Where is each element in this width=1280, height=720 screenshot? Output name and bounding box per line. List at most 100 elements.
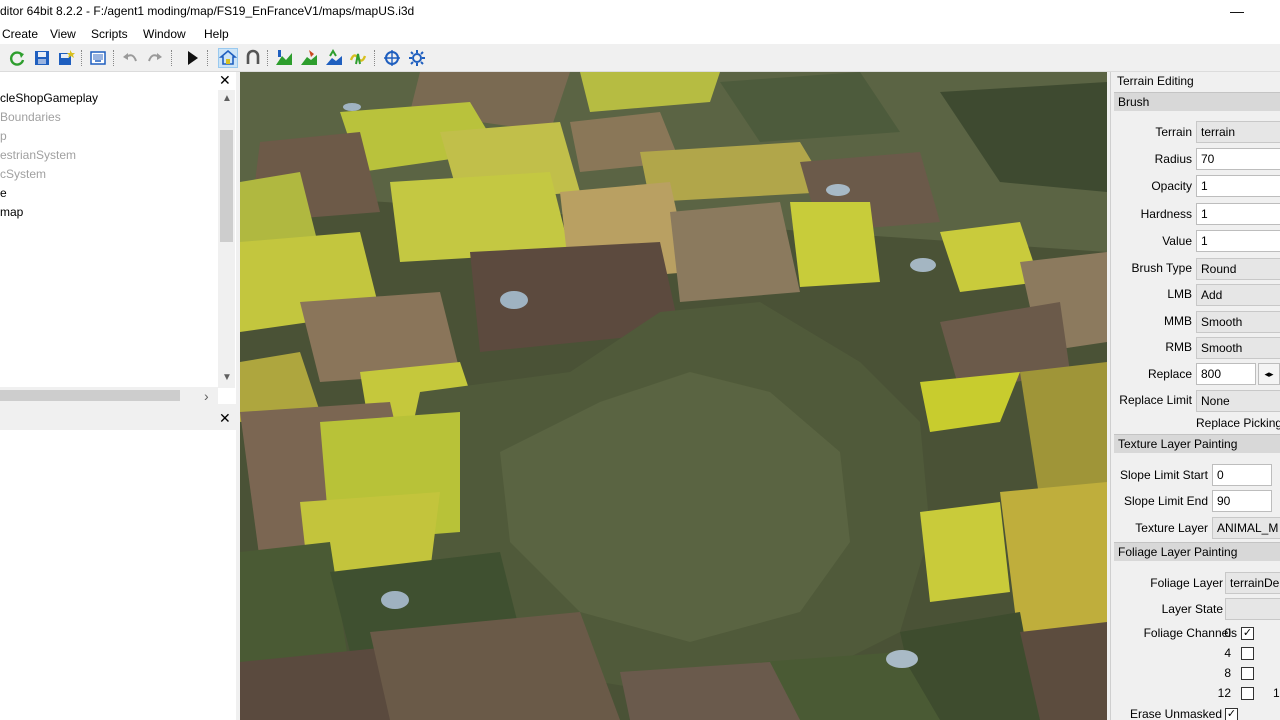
replace-spin-button[interactable]: ◂▸ bbox=[1258, 363, 1280, 385]
channel-4-checkbox[interactable] bbox=[1241, 647, 1254, 660]
horizontal-scrollbar[interactable]: › bbox=[0, 387, 218, 404]
rotate-icon[interactable] bbox=[382, 48, 402, 68]
menu-create[interactable]: Create bbox=[2, 27, 38, 41]
minimize-button[interactable]: — bbox=[1222, 0, 1252, 24]
replace-limit-select[interactable]: None bbox=[1196, 390, 1280, 412]
brush-type-select[interactable]: Round bbox=[1196, 258, 1280, 280]
terrain-render bbox=[240, 72, 1107, 720]
slope-limit-start-field[interactable]: 0 bbox=[1212, 464, 1272, 486]
scroll-down-icon[interactable]: ▼ bbox=[222, 372, 232, 383]
menu-help[interactable]: Help bbox=[204, 27, 229, 41]
channel-number: 8 bbox=[1224, 666, 1231, 680]
channel-0-checkbox[interactable]: ✓ bbox=[1241, 627, 1254, 640]
channel-number: 4 bbox=[1224, 646, 1231, 660]
foliage-paint-icon[interactable] bbox=[324, 48, 344, 68]
import-icon[interactable] bbox=[88, 48, 108, 68]
title-bar: ditor 64bit 8.2.2 - F:/agent1 moding/map… bbox=[0, 0, 1280, 24]
channel-number: 0 bbox=[1224, 626, 1231, 640]
lmb-select[interactable]: Add bbox=[1196, 284, 1280, 306]
section-foliage-layer-painting[interactable]: Foliage Layer Painting bbox=[1114, 542, 1280, 561]
mmb-select[interactable]: Smooth bbox=[1196, 311, 1280, 333]
layer-state-select[interactable] bbox=[1225, 598, 1280, 620]
section-texture-layer-painting[interactable]: Texture Layer Painting bbox=[1114, 434, 1280, 453]
hardness-field[interactable]: 1 bbox=[1196, 203, 1280, 225]
channel-12-checkbox[interactable] bbox=[1241, 687, 1254, 700]
toolbar-separator bbox=[81, 50, 83, 66]
slope-limit-end-label: Slope Limit End bbox=[1123, 494, 1208, 508]
replace-label: Replace bbox=[1147, 367, 1192, 381]
vertical-scrollbar[interactable]: ▲ ▼ bbox=[218, 90, 235, 388]
channel-number: 12 bbox=[1217, 686, 1231, 700]
settings-gear-icon[interactable] bbox=[407, 48, 427, 68]
texture-layer-select[interactable]: ANIMAL_M bbox=[1212, 517, 1280, 539]
terrain-paint-icon[interactable] bbox=[299, 48, 319, 68]
slope-limit-start-label: Slope Limit Start bbox=[1119, 468, 1208, 482]
rmb-label: RMB bbox=[1165, 340, 1192, 354]
toolbar-separator bbox=[267, 50, 269, 66]
scrollbar-thumb[interactable] bbox=[220, 130, 233, 242]
foliage-layer-label: Foliage Layer bbox=[1150, 576, 1223, 590]
window-title: ditor 64bit 8.2.2 - F:/agent1 moding/map… bbox=[0, 4, 415, 18]
hardness-label: Hardness bbox=[1140, 207, 1192, 221]
redo-icon[interactable] bbox=[145, 48, 165, 68]
terrain-select[interactable]: terrain bbox=[1196, 121, 1280, 143]
foliage-wave-icon[interactable] bbox=[348, 48, 368, 68]
scroll-up-icon[interactable]: ▲ bbox=[222, 93, 232, 104]
layer-state-label: Layer State bbox=[1161, 602, 1223, 616]
terrain-editing-panel: Terrain Editing Brush Terrain terrain Ra… bbox=[1110, 72, 1280, 720]
camera-home-icon[interactable] bbox=[218, 48, 238, 68]
texture-layer-label: Texture Layer bbox=[1135, 521, 1208, 535]
terrain-label: Terrain bbox=[1155, 125, 1192, 139]
mmb-label: MMB bbox=[1164, 314, 1192, 328]
erase-unmasked-label: Erase Unmasked bbox=[1129, 707, 1222, 720]
rmb-select[interactable]: Smooth bbox=[1196, 337, 1280, 359]
replace-picking-button[interactable]: Replace Picking bbox=[1196, 416, 1280, 430]
erase-unmasked-checkbox[interactable]: ✓ bbox=[1225, 708, 1238, 720]
replace-limit-label: Replace Limit bbox=[1119, 393, 1192, 407]
magnet-icon[interactable] bbox=[243, 48, 263, 68]
menu-view[interactable]: View bbox=[50, 27, 76, 41]
value-field[interactable]: 1 bbox=[1196, 230, 1280, 252]
slope-limit-end-field[interactable]: 90 bbox=[1212, 490, 1272, 512]
attributes-panel-header: ✕ bbox=[0, 408, 236, 430]
scroll-right-icon[interactable]: › bbox=[204, 388, 209, 404]
menu-bar: Create View Scripts Window Help bbox=[0, 24, 1280, 44]
attributes-panel bbox=[0, 430, 236, 720]
scene-item[interactable]: map bbox=[0, 205, 23, 219]
section-brush[interactable]: Brush bbox=[1114, 92, 1280, 111]
opacity-label: Opacity bbox=[1151, 179, 1192, 193]
radius-field[interactable]: 70 bbox=[1196, 148, 1280, 170]
radius-label: Radius bbox=[1154, 152, 1192, 166]
toolbar-separator bbox=[113, 50, 115, 66]
scene-item[interactable]: cleShopGameplay bbox=[0, 91, 98, 105]
toolbar-separator bbox=[207, 50, 209, 66]
scene-item[interactable]: Boundaries bbox=[0, 110, 61, 124]
scene-item[interactable]: cSystem bbox=[0, 167, 46, 181]
scene-item[interactable]: e bbox=[0, 186, 7, 200]
refresh-icon[interactable] bbox=[7, 48, 27, 68]
menu-scripts[interactable]: Scripts bbox=[91, 27, 128, 41]
opacity-field[interactable]: 1 bbox=[1196, 175, 1280, 197]
save-icon[interactable] bbox=[32, 48, 52, 68]
play-icon[interactable] bbox=[182, 48, 202, 68]
menu-window[interactable]: Window bbox=[143, 27, 186, 41]
scene-item[interactable]: p bbox=[0, 129, 7, 143]
close-icon[interactable]: ✕ bbox=[219, 411, 231, 425]
foliage-layer-select[interactable]: terrainDe bbox=[1225, 572, 1280, 594]
channel-8-checkbox[interactable] bbox=[1241, 667, 1254, 680]
3d-viewport[interactable] bbox=[240, 72, 1107, 720]
replace-field[interactable]: 800 bbox=[1196, 363, 1256, 385]
toolbar-separator bbox=[374, 50, 376, 66]
scrollbar-thumb[interactable] bbox=[0, 390, 180, 401]
undo-icon[interactable] bbox=[120, 48, 140, 68]
lmb-label: LMB bbox=[1167, 287, 1192, 301]
toolbar-separator bbox=[171, 50, 173, 66]
close-icon[interactable]: ✕ bbox=[219, 73, 231, 87]
scene-item[interactable]: estrianSystem bbox=[0, 148, 76, 162]
channel-number-extra: 1 bbox=[1273, 686, 1280, 700]
scenegraph-panel: ✕ cleShopGameplay Boundaries p estrianSy… bbox=[0, 72, 236, 404]
brush-type-label: Brush Type bbox=[1131, 261, 1192, 275]
terrain-raise-icon[interactable] bbox=[274, 48, 294, 68]
panel-title: Terrain Editing bbox=[1117, 74, 1194, 88]
save-as-icon[interactable] bbox=[56, 48, 76, 68]
